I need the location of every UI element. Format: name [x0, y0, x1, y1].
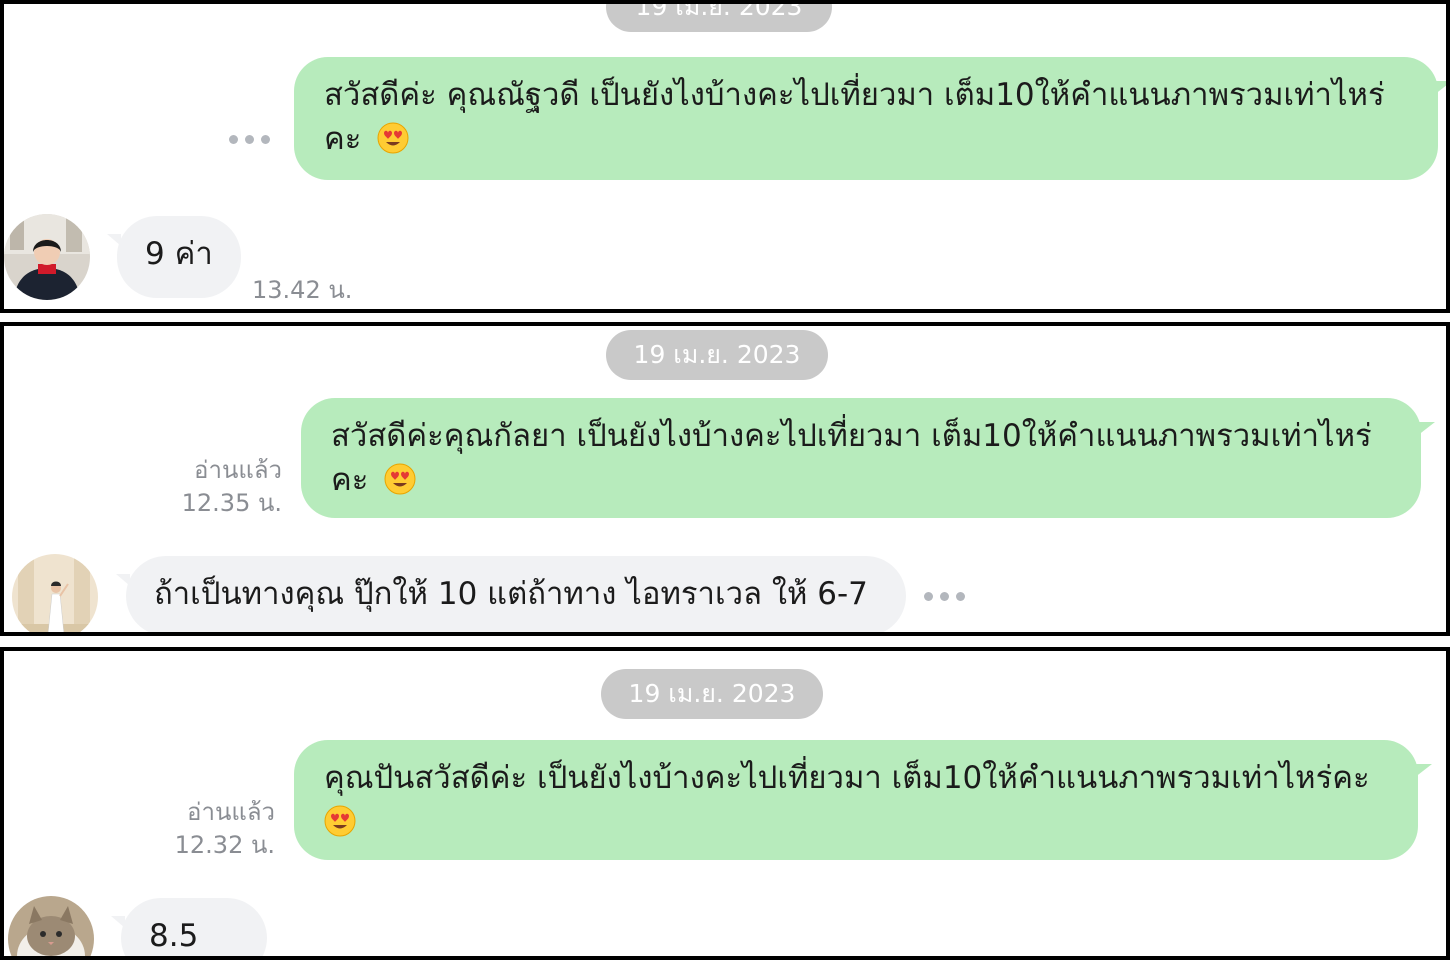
date-separator: 19 เม.ย. 2023	[606, 4, 832, 32]
outgoing-message[interactable]: คุณปันสวัสดีค่ะ เป็นยังไงบ้างคะไปเที่ยวม…	[294, 740, 1432, 860]
date-separator: 19 เม.ย. 2023	[606, 330, 828, 380]
message-text-line-2	[324, 800, 1388, 844]
incoming-message[interactable]: ถ้าเป็นทางคุณ ปุ๊กให้ 10 แต่ถ้าทาง ไอทรา…	[116, 556, 906, 632]
heart-eyes-emoji-icon	[384, 463, 416, 494]
avatar[interactable]	[8, 896, 94, 956]
message-meta: อ่านแล้ว 12.32 น.	[157, 796, 275, 862]
message-text-line-1: สวัสดีค่ะ คุณณัฐวดี เป็นยังไงบ้างคะไปเที…	[324, 77, 1385, 113]
message-time: 12.32 น.	[174, 831, 275, 859]
more-options-icon[interactable]	[924, 592, 965, 601]
read-status: อ่านแล้ว	[194, 456, 282, 484]
message-text-line-2: คะ	[331, 458, 1391, 502]
avatar[interactable]	[4, 214, 90, 300]
read-status: อ่านแล้ว	[187, 798, 275, 826]
message-text-line-1: สวัสดีค่ะคุณกัลยา เป็นยังไงบ้างคะไปเที่ย…	[331, 418, 1372, 454]
chat-panel-3: 19 เม.ย. 2023 อ่านแล้ว 12.32 น. คุณปันสว…	[0, 647, 1450, 960]
message-text-line-2: คะ	[324, 117, 1408, 161]
outgoing-message[interactable]: สวัสดีค่ะคุณกัลยา เป็นยังไงบ้างคะไปเที่ย…	[301, 398, 1435, 518]
message-meta: อ่านแล้ว 12.35 น.	[164, 454, 282, 520]
message-text-line-1: คุณปันสวัสดีค่ะ เป็นยังไงบ้างคะไปเที่ยวม…	[324, 760, 1370, 796]
incoming-message[interactable]: 8.5 ค่ะ	[111, 898, 267, 956]
date-separator: 19 เม.ย. 2023	[601, 669, 823, 719]
heart-eyes-emoji-icon	[377, 122, 409, 153]
chat-panel-1: 19 เม.ย. 2023 สวัสดีค่ะ คุณณัฐวดี เป็นยั…	[0, 0, 1450, 313]
incoming-message[interactable]: 9 ค่า	[107, 216, 241, 298]
message-time: 13.42 น.	[252, 276, 353, 304]
message-time: 12.35 น.	[181, 489, 282, 517]
chat-panel-2: 19 เม.ย. 2023 อ่านแล้ว 12.35 น. สวัสดีค่…	[0, 322, 1450, 636]
avatar[interactable]	[12, 554, 98, 632]
more-options-icon[interactable]	[229, 135, 270, 144]
outgoing-message[interactable]: สวัสดีค่ะ คุณณัฐวดี เป็นยังไงบ้างคะไปเที…	[294, 57, 1446, 180]
heart-eyes-emoji-icon	[324, 805, 356, 836]
